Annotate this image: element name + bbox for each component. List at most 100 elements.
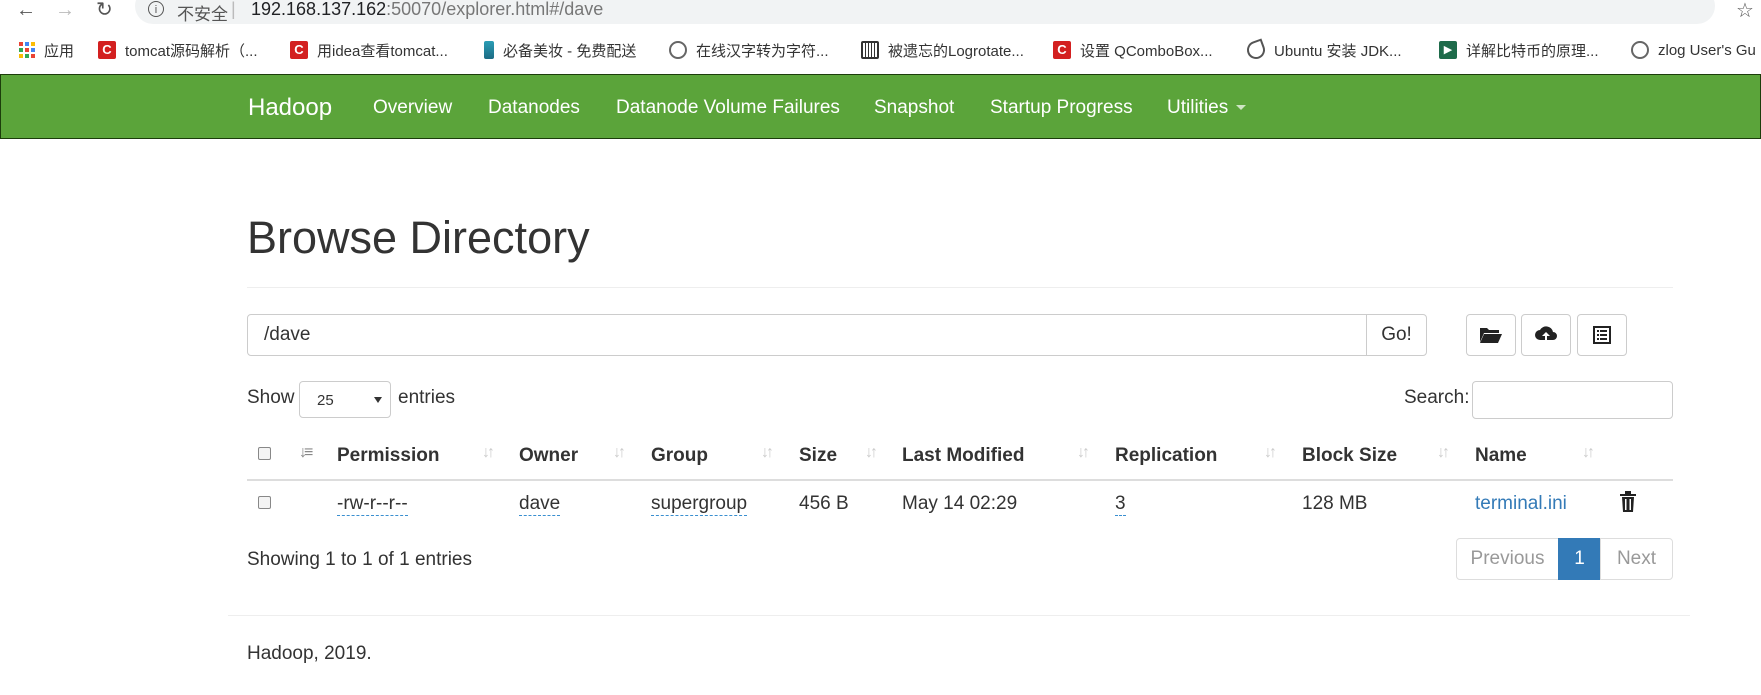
upload-button[interactable] (1521, 314, 1571, 356)
sort-icon[interactable]: ↓↑ (761, 444, 774, 462)
frame-icon (861, 41, 879, 59)
cell-group[interactable]: supergroup (651, 493, 748, 516)
bookmark-item[interactable]: 在线汉字转为字符... (669, 38, 829, 62)
cell-block-size: 128 MB (1302, 493, 1368, 514)
pagination-previous[interactable]: Previous (1456, 538, 1559, 580)
cell-last-modified: May 14 02:29 (902, 493, 1018, 514)
show-label: Show (247, 387, 295, 408)
trash-icon (1620, 491, 1636, 512)
bookmark-label: 应用 (44, 42, 75, 60)
ubuntu-icon (1244, 38, 1268, 62)
url-path: :50070/explorer.html#/dave (386, 0, 604, 19)
cut-paste-button[interactable] (1577, 314, 1627, 356)
column-header-owner[interactable]: Owner (519, 445, 578, 467)
forward-arrow-icon[interactable]: → (55, 0, 75, 20)
nav-snapshot[interactable]: Snapshot (874, 97, 954, 119)
directory-path-input[interactable] (247, 314, 1367, 356)
row-checkbox[interactable] (258, 496, 271, 509)
column-header-group[interactable]: Group (651, 445, 708, 467)
page-title: Browse Directory (247, 212, 590, 263)
cell-owner[interactable]: dave (519, 493, 561, 516)
column-header-size[interactable]: Size (799, 445, 837, 467)
csdn-icon: C (290, 41, 308, 59)
table-info: Showing 1 to 1 of 1 entries (247, 549, 472, 570)
bookmarks-bar: 应用 C tomcat源码解析（... C 用idea查看tomcat... 必… (0, 38, 1761, 62)
footer-divider (228, 615, 1690, 616)
table-header-divider (247, 479, 1673, 481)
cup-icon (484, 41, 494, 59)
sort-icon[interactable]: ↓↑ (482, 444, 495, 462)
nav-datanode-volume-failures[interactable]: Datanode Volume Failures (616, 97, 840, 119)
bookmark-label: tomcat源码解析（... (125, 42, 258, 60)
column-header-name[interactable]: Name (1475, 445, 1527, 467)
bookmark-item[interactable]: C 用idea查看tomcat... (290, 38, 448, 62)
search-input[interactable] (1472, 381, 1673, 419)
delete-trash-icon[interactable] (1619, 491, 1637, 518)
bookmark-item[interactable]: Ubuntu 安装 JDK... (1244, 38, 1402, 62)
bookmark-item[interactable]: C tomcat源码解析（... (98, 38, 258, 62)
nav-datanodes[interactable]: Datanodes (488, 97, 580, 119)
bookmark-item[interactable]: 必备美妆 - 免费配送 (484, 38, 636, 62)
apps-grid-icon (19, 42, 35, 58)
address-row: ← → ↻ i 不安全 | 192.168.137.162:50070/expl… (0, 0, 1761, 24)
sort-icon[interactable]: ↓↑ (1437, 444, 1450, 462)
bookmark-label: 设置 QComboBox... (1080, 42, 1213, 60)
bookmark-label: 详解比特币的原理... (1466, 42, 1599, 60)
bookmark-star-icon[interactable]: ☆ (1736, 0, 1754, 23)
bookmark-item[interactable]: ▶ 详解比特币的原理... (1439, 38, 1599, 62)
url-text[interactable]: 192.168.137.162:50070/explorer.html#/dav… (251, 0, 603, 20)
pagination-next[interactable]: Next (1600, 538, 1673, 580)
nav-utilities[interactable]: Utilities (1167, 97, 1247, 119)
chevron-down-icon (374, 397, 382, 403)
back-arrow-icon[interactable]: ← (16, 0, 36, 20)
bookmark-label: zlog User's Gu (1658, 41, 1756, 59)
bookmark-label: 在线汉字转为字符... (696, 42, 829, 60)
cell-replication[interactable]: 3 (1115, 493, 1126, 516)
column-header-block-size[interactable]: Block Size (1302, 445, 1397, 467)
create-directory-button[interactable] (1466, 314, 1516, 356)
bookmark-label: Ubuntu 安装 JDK... (1274, 42, 1402, 60)
bookmark-apps[interactable]: 应用 (19, 38, 74, 62)
reload-icon[interactable]: ↻ (96, 0, 113, 20)
nav-utilities-label: Utilities (1167, 97, 1229, 118)
info-icon[interactable]: i (148, 1, 164, 17)
go-button[interactable]: Go! (1366, 314, 1427, 356)
file-name-link[interactable]: terminal.ini (1475, 493, 1567, 515)
sort-icon[interactable]: ↓↑ (865, 444, 878, 462)
bookmark-item[interactable]: C 设置 QComboBox... (1053, 38, 1213, 62)
sort-icon[interactable]: ↓≡ (299, 444, 313, 462)
browser-chrome: ← → ↻ i 不安全 | 192.168.137.162:50070/expl… (0, 0, 1761, 74)
url-host: 192.168.137.162 (251, 0, 387, 19)
column-header-replication[interactable]: Replication (1115, 445, 1217, 467)
insecure-label: 不安全 (177, 5, 228, 24)
column-header-permission[interactable]: Permission (337, 445, 439, 467)
bookmark-label: 被遗忘的Logrotate... (888, 42, 1024, 60)
sort-icon[interactable]: ↓↑ (1582, 444, 1595, 462)
bookmark-label: 用idea查看tomcat... (317, 42, 448, 60)
page-size-value: 25 (317, 392, 334, 409)
globe-icon (1631, 41, 1649, 59)
cloud-upload-icon (1535, 326, 1557, 342)
sort-icon[interactable]: ↓↑ (1264, 444, 1277, 462)
sort-icon[interactable]: ↓↑ (1077, 444, 1090, 462)
nav-startup-progress[interactable]: Startup Progress (990, 97, 1133, 119)
divider (247, 287, 1673, 288)
cell-size: 456 B (799, 493, 849, 514)
address-divider: | (231, 0, 236, 19)
select-all-checkbox[interactable] (258, 447, 271, 460)
globe-icon (669, 41, 687, 59)
nav-overview[interactable]: Overview (373, 97, 452, 119)
cell-permission[interactable]: -rw-r--r-- (337, 493, 408, 516)
pagination-page-1[interactable]: 1 (1558, 538, 1601, 580)
csdn-icon: C (98, 41, 116, 59)
brand-link[interactable]: Hadoop (248, 94, 332, 122)
entries-label: entries (398, 387, 456, 408)
column-header-last-modified[interactable]: Last Modified (902, 445, 1024, 467)
top-navbar: Hadoop Overview Datanodes Datanode Volum… (0, 74, 1761, 139)
csdn-icon: C (1053, 41, 1071, 59)
bookmark-item[interactable]: 被遗忘的Logrotate... (861, 38, 1024, 62)
sort-icon[interactable]: ↓↑ (613, 444, 626, 462)
bookmark-item[interactable]: zlog User's Gu (1631, 38, 1756, 62)
page-size-select[interactable]: 25 (299, 381, 391, 418)
play-icon: ▶ (1439, 41, 1457, 59)
